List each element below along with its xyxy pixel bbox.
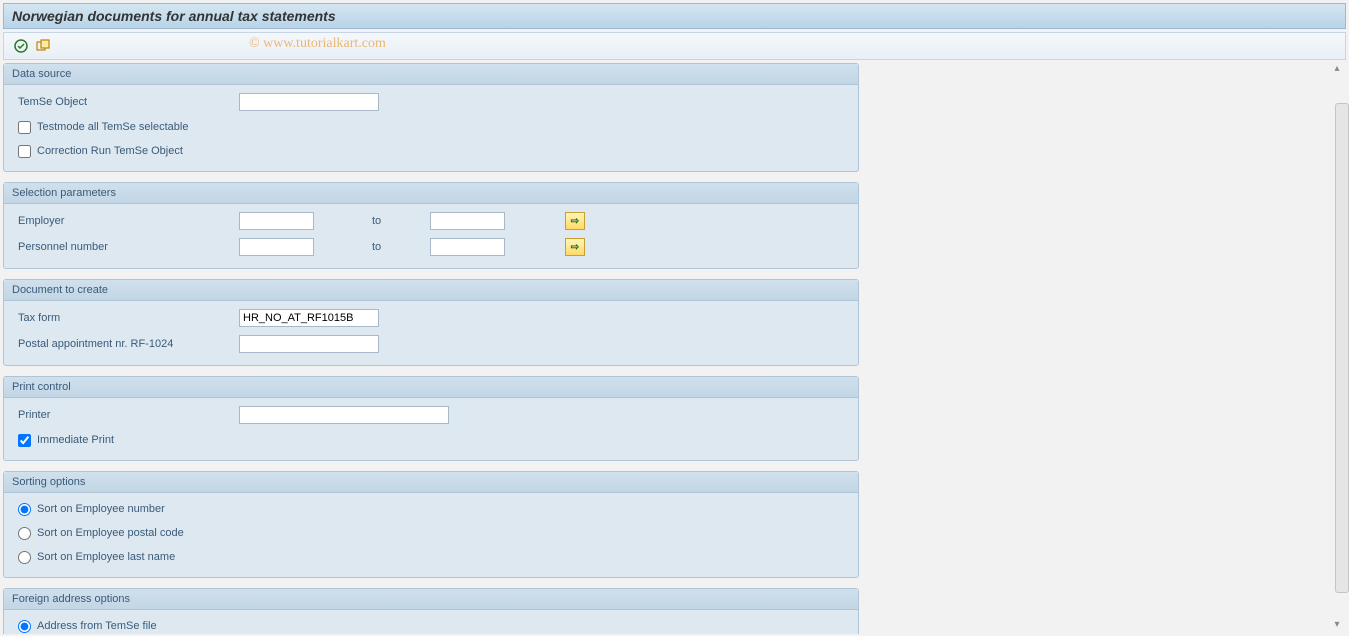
document-to-create-header: Document to create bbox=[4, 280, 858, 301]
printer-label: Printer bbox=[14, 409, 239, 421]
sorting-options-header: Sorting options bbox=[4, 472, 858, 493]
sort-last-name-radio[interactable] bbox=[18, 551, 31, 564]
toolbar: © www.tutorialkart.com bbox=[3, 32, 1346, 60]
scroll-up-icon[interactable]: ▴ bbox=[1330, 63, 1344, 77]
testmode-checkbox[interactable] bbox=[18, 121, 31, 134]
content-area: Data source TemSe Object Testmode all Te… bbox=[3, 63, 1346, 634]
right-scrollbar[interactable] bbox=[1335, 103, 1349, 593]
address-temse-radio[interactable] bbox=[18, 620, 31, 633]
employer-to-label: to bbox=[372, 215, 412, 227]
temse-object-label: TemSe Object bbox=[14, 96, 239, 108]
employer-from-input[interactable] bbox=[239, 212, 314, 230]
sort-employee-number-radio[interactable] bbox=[18, 503, 31, 516]
sort-postal-code-radio[interactable] bbox=[18, 527, 31, 540]
scroll-down-icon[interactable]: ▾ bbox=[1330, 619, 1344, 633]
selection-parameters-header: Selection parameters bbox=[4, 183, 858, 204]
employer-to-input[interactable] bbox=[430, 212, 505, 230]
employer-label: Employer bbox=[14, 215, 239, 227]
sort-last-name-label: Sort on Employee last name bbox=[37, 551, 175, 563]
personnel-to-input[interactable] bbox=[430, 238, 505, 256]
personnel-to-label: to bbox=[372, 241, 412, 253]
document-to-create-section: Document to create Tax form Postal appoi… bbox=[3, 279, 859, 366]
personnel-from-input[interactable] bbox=[239, 238, 314, 256]
correction-run-label: Correction Run TemSe Object bbox=[37, 145, 183, 157]
personnel-multi-select-button[interactable]: ⇨ bbox=[565, 238, 585, 256]
foreign-address-header: Foreign address options bbox=[4, 589, 858, 610]
tax-form-input[interactable] bbox=[239, 309, 379, 327]
postal-appointment-input[interactable] bbox=[239, 335, 379, 353]
data-source-header: Data source bbox=[4, 64, 858, 85]
postal-appointment-label: Postal appointment nr. RF-1024 bbox=[14, 338, 239, 350]
main-content: Data source TemSe Object Testmode all Te… bbox=[3, 63, 863, 634]
page-title: Norwegian documents for annual tax state… bbox=[12, 8, 336, 24]
immediate-print-checkbox[interactable] bbox=[18, 434, 31, 447]
personnel-label: Personnel number bbox=[14, 241, 239, 253]
printer-input[interactable] bbox=[239, 406, 449, 424]
sort-employee-number-label: Sort on Employee number bbox=[37, 503, 165, 515]
address-temse-label: Address from TemSe file bbox=[37, 620, 157, 632]
execute-icon[interactable] bbox=[12, 37, 30, 55]
watermark-text: © www.tutorialkart.com bbox=[249, 36, 386, 52]
tax-form-label: Tax form bbox=[14, 312, 239, 324]
correction-run-checkbox[interactable] bbox=[18, 145, 31, 158]
print-control-section: Print control Printer Immediate Print bbox=[3, 376, 859, 461]
sorting-options-section: Sorting options Sort on Employee number … bbox=[3, 471, 859, 578]
foreign-address-section: Foreign address options Address from Tem… bbox=[3, 588, 859, 634]
sort-postal-code-label: Sort on Employee postal code bbox=[37, 527, 184, 539]
data-source-section: Data source TemSe Object Testmode all Te… bbox=[3, 63, 859, 172]
variant-icon[interactable] bbox=[34, 37, 52, 55]
temse-object-input[interactable] bbox=[239, 93, 379, 111]
immediate-print-label: Immediate Print bbox=[37, 434, 114, 446]
page-title-bar: Norwegian documents for annual tax state… bbox=[3, 3, 1346, 29]
selection-parameters-section: Selection parameters Employer to ⇨ Perso… bbox=[3, 182, 859, 269]
testmode-label: Testmode all TemSe selectable bbox=[37, 121, 188, 133]
employer-multi-select-button[interactable]: ⇨ bbox=[565, 212, 585, 230]
print-control-header: Print control bbox=[4, 377, 858, 398]
